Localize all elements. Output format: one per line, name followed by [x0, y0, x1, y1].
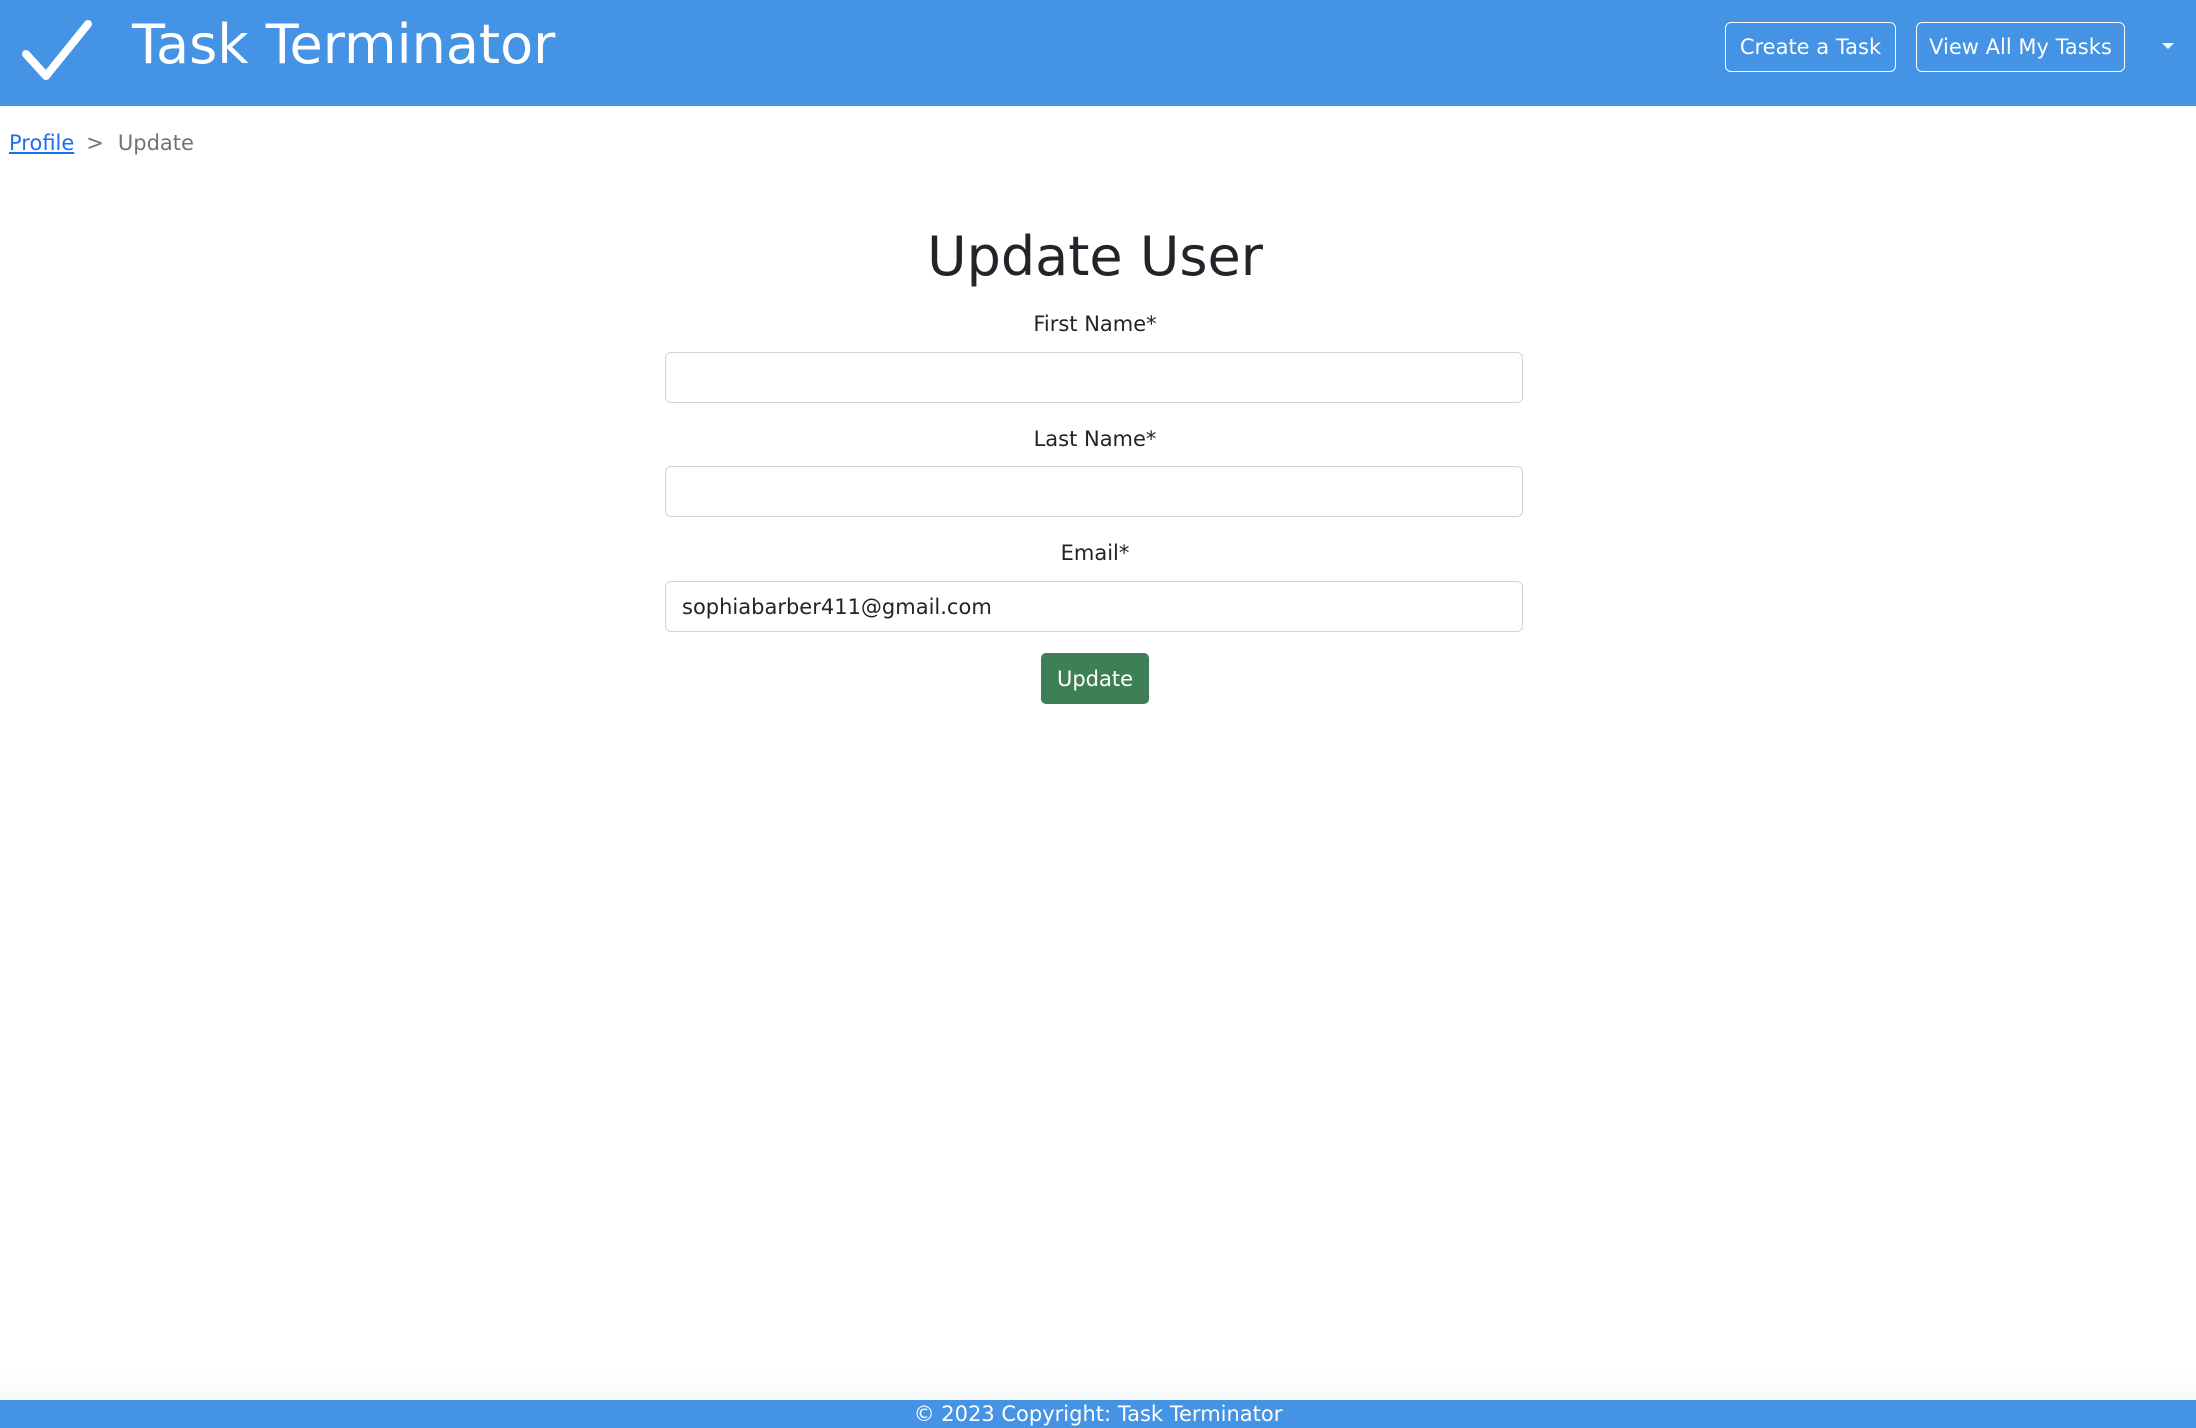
app-title[interactable]: Task Terminator: [132, 10, 555, 80]
caret-down-icon[interactable]: [2158, 40, 2178, 52]
top-navbar: Task Terminator Create a Task View All M…: [0, 0, 2196, 106]
view-all-tasks-button[interactable]: View All My Tasks: [1916, 22, 2125, 72]
breadcrumb: Profile > Update: [9, 128, 194, 158]
update-button[interactable]: Update: [1041, 653, 1149, 704]
checkmark-icon: [22, 20, 92, 80]
breadcrumb-current: Update: [117, 131, 194, 155]
create-task-button[interactable]: Create a Task: [1725, 22, 1896, 72]
page-title: Update User: [927, 225, 1263, 288]
breadcrumb-separator: >: [86, 131, 104, 155]
last-name-label: Last Name*: [1033, 427, 1157, 451]
footer-copyright: © 2023 Copyright: Task Terminator: [0, 1400, 2196, 1428]
email-field[interactable]: [665, 581, 1523, 632]
breadcrumb-profile-link[interactable]: Profile: [9, 128, 74, 158]
email-label: Email*: [1060, 541, 1130, 565]
first-name-field[interactable]: [665, 352, 1523, 403]
last-name-field[interactable]: [665, 466, 1523, 517]
footer-fade: [0, 1372, 2196, 1400]
first-name-label: First Name*: [1033, 312, 1157, 336]
